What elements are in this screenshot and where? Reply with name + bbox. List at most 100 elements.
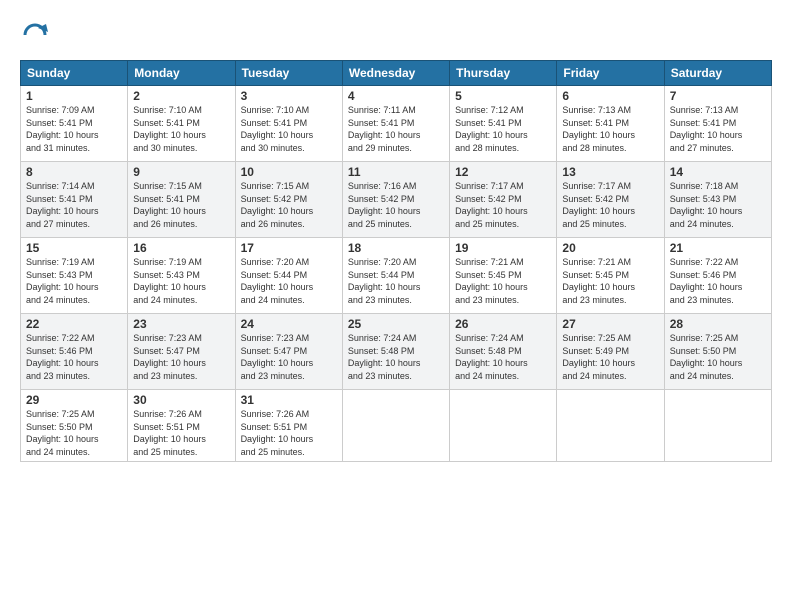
day-info: Sunrise: 7:25 AM Sunset: 5:49 PM Dayligh… <box>562 332 658 382</box>
day-info: Sunrise: 7:19 AM Sunset: 5:43 PM Dayligh… <box>133 256 229 306</box>
day-info: Sunrise: 7:22 AM Sunset: 5:46 PM Dayligh… <box>670 256 766 306</box>
calendar-cell: 11Sunrise: 7:16 AM Sunset: 5:42 PM Dayli… <box>342 162 449 238</box>
day-info: Sunrise: 7:15 AM Sunset: 5:42 PM Dayligh… <box>241 180 337 230</box>
calendar-cell: 8Sunrise: 7:14 AM Sunset: 5:41 PM Daylig… <box>21 162 128 238</box>
calendar-cell: 5Sunrise: 7:12 AM Sunset: 5:41 PM Daylig… <box>450 86 557 162</box>
day-info: Sunrise: 7:26 AM Sunset: 5:51 PM Dayligh… <box>133 408 229 458</box>
day-number: 12 <box>455 165 551 179</box>
day-number: 21 <box>670 241 766 255</box>
day-info: Sunrise: 7:19 AM Sunset: 5:43 PM Dayligh… <box>26 256 122 306</box>
day-info: Sunrise: 7:24 AM Sunset: 5:48 PM Dayligh… <box>455 332 551 382</box>
weekday-header-sunday: Sunday <box>21 61 128 86</box>
calendar-cell: 22Sunrise: 7:22 AM Sunset: 5:46 PM Dayli… <box>21 314 128 390</box>
calendar-cell: 15Sunrise: 7:19 AM Sunset: 5:43 PM Dayli… <box>21 238 128 314</box>
day-number: 14 <box>670 165 766 179</box>
day-info: Sunrise: 7:25 AM Sunset: 5:50 PM Dayligh… <box>26 408 122 458</box>
calendar-cell: 20Sunrise: 7:21 AM Sunset: 5:45 PM Dayli… <box>557 238 664 314</box>
day-number: 24 <box>241 317 337 331</box>
day-info: Sunrise: 7:12 AM Sunset: 5:41 PM Dayligh… <box>455 104 551 154</box>
week-row-5: 29Sunrise: 7:25 AM Sunset: 5:50 PM Dayli… <box>21 390 772 462</box>
calendar-cell: 12Sunrise: 7:17 AM Sunset: 5:42 PM Dayli… <box>450 162 557 238</box>
day-info: Sunrise: 7:13 AM Sunset: 5:41 PM Dayligh… <box>562 104 658 154</box>
calendar-cell: 4Sunrise: 7:11 AM Sunset: 5:41 PM Daylig… <box>342 86 449 162</box>
day-number: 30 <box>133 393 229 407</box>
day-info: Sunrise: 7:23 AM Sunset: 5:47 PM Dayligh… <box>241 332 337 382</box>
day-number: 10 <box>241 165 337 179</box>
day-info: Sunrise: 7:21 AM Sunset: 5:45 PM Dayligh… <box>455 256 551 306</box>
day-number: 18 <box>348 241 444 255</box>
calendar-cell: 19Sunrise: 7:21 AM Sunset: 5:45 PM Dayli… <box>450 238 557 314</box>
day-info: Sunrise: 7:23 AM Sunset: 5:47 PM Dayligh… <box>133 332 229 382</box>
calendar-cell: 24Sunrise: 7:23 AM Sunset: 5:47 PM Dayli… <box>235 314 342 390</box>
day-number: 8 <box>26 165 122 179</box>
calendar-cell: 29Sunrise: 7:25 AM Sunset: 5:50 PM Dayli… <box>21 390 128 462</box>
weekday-header-monday: Monday <box>128 61 235 86</box>
day-number: 13 <box>562 165 658 179</box>
calendar-cell: 2Sunrise: 7:10 AM Sunset: 5:41 PM Daylig… <box>128 86 235 162</box>
day-number: 15 <box>26 241 122 255</box>
day-number: 5 <box>455 89 551 103</box>
calendar-cell: 30Sunrise: 7:26 AM Sunset: 5:51 PM Dayli… <box>128 390 235 462</box>
day-info: Sunrise: 7:09 AM Sunset: 5:41 PM Dayligh… <box>26 104 122 154</box>
day-info: Sunrise: 7:17 AM Sunset: 5:42 PM Dayligh… <box>562 180 658 230</box>
calendar-cell: 17Sunrise: 7:20 AM Sunset: 5:44 PM Dayli… <box>235 238 342 314</box>
calendar-cell <box>342 390 449 462</box>
calendar-cell: 31Sunrise: 7:26 AM Sunset: 5:51 PM Dayli… <box>235 390 342 462</box>
day-number: 2 <box>133 89 229 103</box>
day-info: Sunrise: 7:21 AM Sunset: 5:45 PM Dayligh… <box>562 256 658 306</box>
weekday-header-tuesday: Tuesday <box>235 61 342 86</box>
calendar-cell: 1Sunrise: 7:09 AM Sunset: 5:41 PM Daylig… <box>21 86 128 162</box>
calendar-cell: 10Sunrise: 7:15 AM Sunset: 5:42 PM Dayli… <box>235 162 342 238</box>
calendar-cell: 7Sunrise: 7:13 AM Sunset: 5:41 PM Daylig… <box>664 86 771 162</box>
day-number: 27 <box>562 317 658 331</box>
day-number: 3 <box>241 89 337 103</box>
logo <box>20 20 54 50</box>
calendar-cell: 25Sunrise: 7:24 AM Sunset: 5:48 PM Dayli… <box>342 314 449 390</box>
weekday-header-friday: Friday <box>557 61 664 86</box>
day-number: 22 <box>26 317 122 331</box>
calendar-cell: 28Sunrise: 7:25 AM Sunset: 5:50 PM Dayli… <box>664 314 771 390</box>
calendar-cell: 6Sunrise: 7:13 AM Sunset: 5:41 PM Daylig… <box>557 86 664 162</box>
calendar-cell: 14Sunrise: 7:18 AM Sunset: 5:43 PM Dayli… <box>664 162 771 238</box>
day-info: Sunrise: 7:18 AM Sunset: 5:43 PM Dayligh… <box>670 180 766 230</box>
day-info: Sunrise: 7:26 AM Sunset: 5:51 PM Dayligh… <box>241 408 337 458</box>
day-number: 28 <box>670 317 766 331</box>
day-number: 26 <box>455 317 551 331</box>
header <box>20 20 772 50</box>
calendar-cell <box>664 390 771 462</box>
page: SundayMondayTuesdayWednesdayThursdayFrid… <box>0 0 792 612</box>
day-number: 31 <box>241 393 337 407</box>
day-info: Sunrise: 7:13 AM Sunset: 5:41 PM Dayligh… <box>670 104 766 154</box>
day-number: 9 <box>133 165 229 179</box>
day-info: Sunrise: 7:20 AM Sunset: 5:44 PM Dayligh… <box>348 256 444 306</box>
day-number: 23 <box>133 317 229 331</box>
day-number: 19 <box>455 241 551 255</box>
day-number: 16 <box>133 241 229 255</box>
day-number: 11 <box>348 165 444 179</box>
logo-icon <box>20 20 50 50</box>
day-info: Sunrise: 7:16 AM Sunset: 5:42 PM Dayligh… <box>348 180 444 230</box>
calendar-cell: 21Sunrise: 7:22 AM Sunset: 5:46 PM Dayli… <box>664 238 771 314</box>
day-number: 29 <box>26 393 122 407</box>
day-number: 25 <box>348 317 444 331</box>
day-info: Sunrise: 7:10 AM Sunset: 5:41 PM Dayligh… <box>241 104 337 154</box>
calendar-cell <box>557 390 664 462</box>
day-number: 4 <box>348 89 444 103</box>
calendar-cell: 9Sunrise: 7:15 AM Sunset: 5:41 PM Daylig… <box>128 162 235 238</box>
weekday-header-wednesday: Wednesday <box>342 61 449 86</box>
week-row-1: 1Sunrise: 7:09 AM Sunset: 5:41 PM Daylig… <box>21 86 772 162</box>
day-info: Sunrise: 7:11 AM Sunset: 5:41 PM Dayligh… <box>348 104 444 154</box>
day-info: Sunrise: 7:15 AM Sunset: 5:41 PM Dayligh… <box>133 180 229 230</box>
calendar-cell <box>450 390 557 462</box>
calendar-cell: 27Sunrise: 7:25 AM Sunset: 5:49 PM Dayli… <box>557 314 664 390</box>
day-info: Sunrise: 7:17 AM Sunset: 5:42 PM Dayligh… <box>455 180 551 230</box>
week-row-4: 22Sunrise: 7:22 AM Sunset: 5:46 PM Dayli… <box>21 314 772 390</box>
day-number: 6 <box>562 89 658 103</box>
day-info: Sunrise: 7:14 AM Sunset: 5:41 PM Dayligh… <box>26 180 122 230</box>
calendar-cell: 16Sunrise: 7:19 AM Sunset: 5:43 PM Dayli… <box>128 238 235 314</box>
weekday-header-row: SundayMondayTuesdayWednesdayThursdayFrid… <box>21 61 772 86</box>
calendar-cell: 3Sunrise: 7:10 AM Sunset: 5:41 PM Daylig… <box>235 86 342 162</box>
day-number: 7 <box>670 89 766 103</box>
day-info: Sunrise: 7:25 AM Sunset: 5:50 PM Dayligh… <box>670 332 766 382</box>
calendar-cell: 13Sunrise: 7:17 AM Sunset: 5:42 PM Dayli… <box>557 162 664 238</box>
